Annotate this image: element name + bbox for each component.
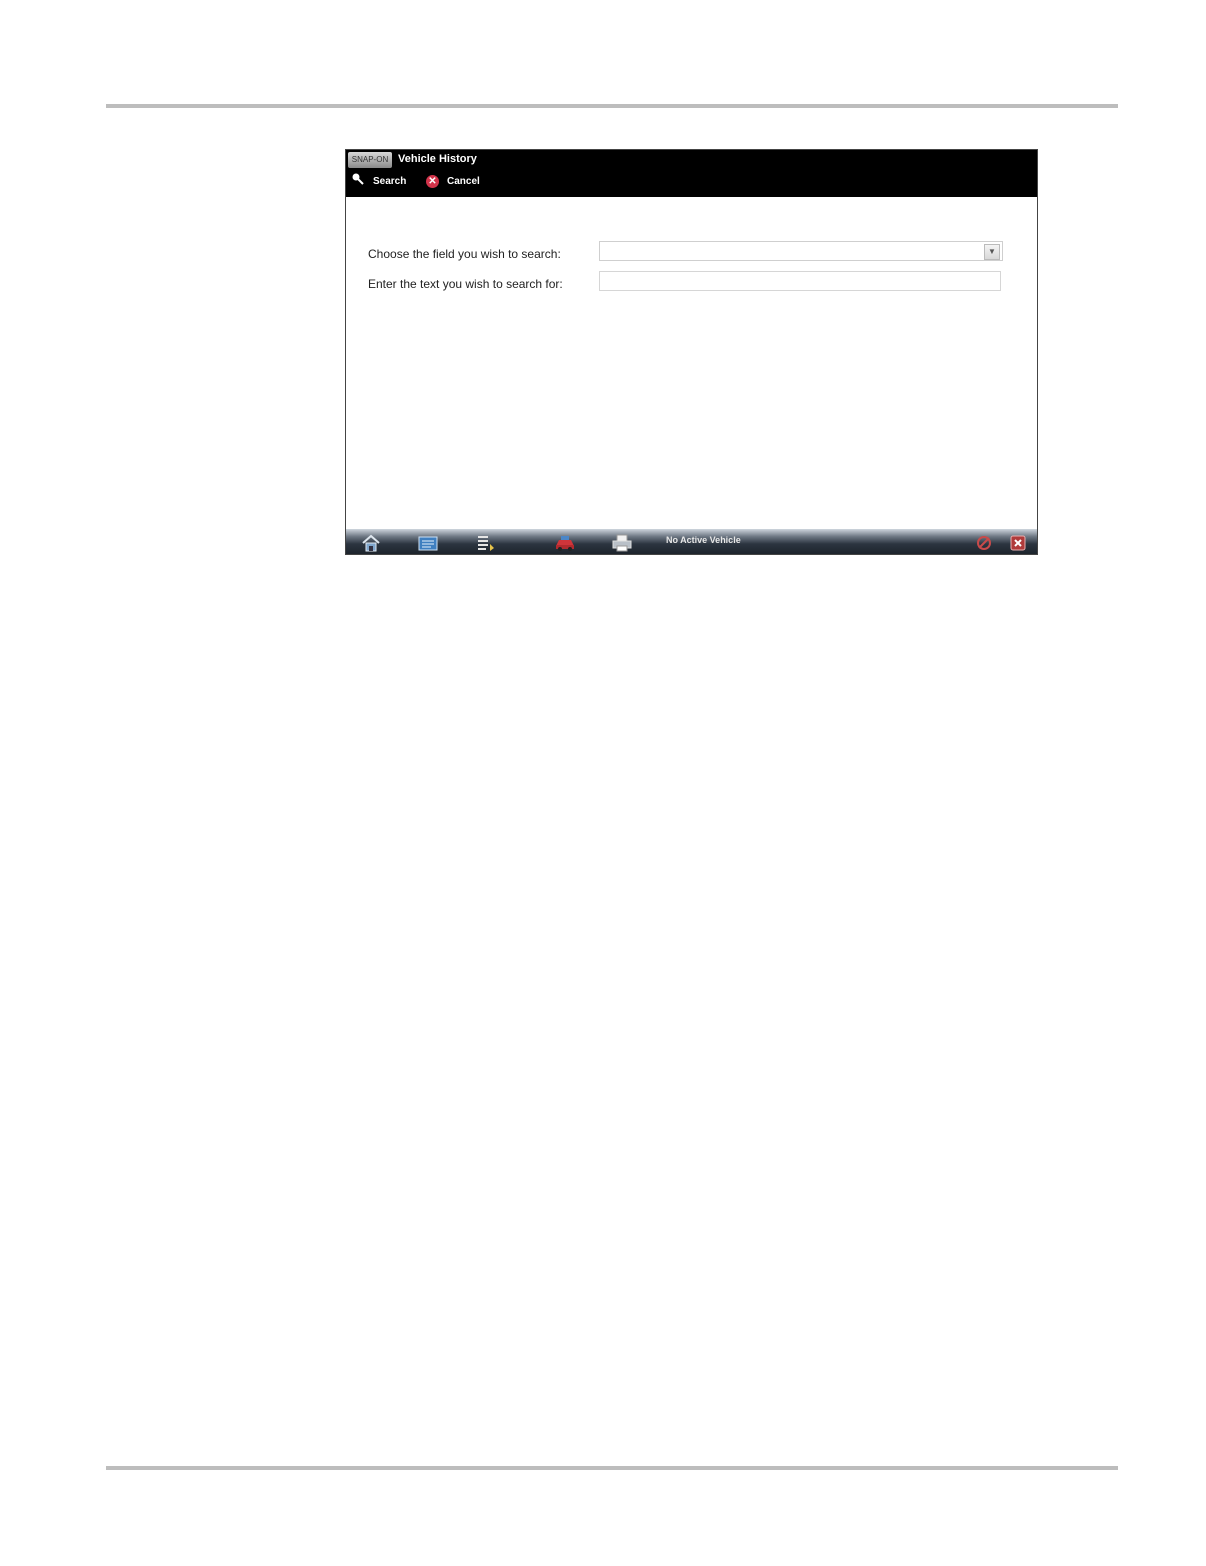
field-select-label: Choose the field you wish to search: [368,247,561,261]
vehicle-icon[interactable] [554,534,576,552]
list-icon[interactable] [474,534,496,552]
page-bottom-rule [106,1466,1118,1470]
cancel-icon: ✕ [426,174,439,188]
app-screen: SNAP-ON Vehicle History Search ✕ Cancel … [345,149,1038,555]
search-form: Choose the field you wish to search: ▼ E… [346,197,1037,529]
screen-icon[interactable] [417,534,439,552]
scope-icon[interactable] [973,534,995,552]
search-icon [351,172,365,191]
page-title: Vehicle History [398,153,477,165]
cancel-button-label: Cancel [447,175,480,187]
exit-icon[interactable] [1007,534,1029,552]
active-vehicle-status: No Active Vehicle [666,535,741,545]
search-button[interactable]: Search [351,172,406,190]
printer-icon[interactable] [611,534,633,552]
cancel-button[interactable]: ✕ Cancel [426,172,480,190]
app-header: SNAP-ON Vehicle History Search ✕ Cancel [346,150,1037,197]
chevron-down-icon[interactable]: ▼ [984,244,1000,260]
home-icon[interactable] [360,534,382,552]
search-text-label: Enter the text you wish to search for: [368,277,563,291]
taskbar: No Active Vehicle [346,529,1037,554]
app-logo[interactable]: SNAP-ON [348,152,392,168]
page-top-rule [106,104,1118,108]
search-button-label: Search [373,175,407,187]
app-logo-text: SNAP-ON [351,155,389,164]
search-text-input[interactable] [599,271,1001,291]
field-select[interactable]: ▼ [599,241,1003,261]
